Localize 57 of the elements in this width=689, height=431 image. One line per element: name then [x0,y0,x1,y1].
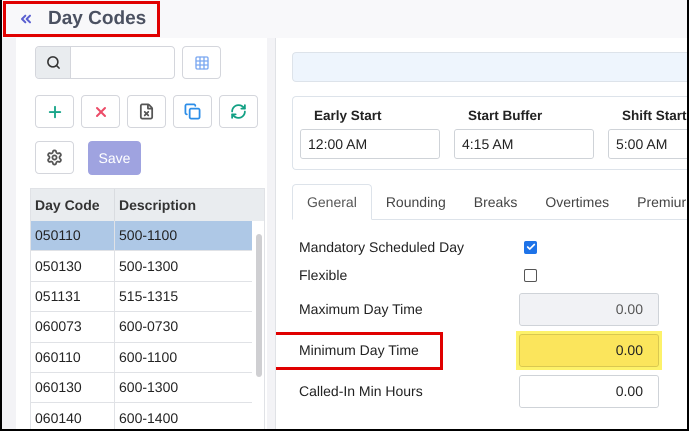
table-cell-text: 600-1400 [118,408,180,428]
export-button[interactable] [127,95,166,128]
field-label: Called-In Min Hours [298,382,423,401]
table-row[interactable]: 050110 500-1100 [31,221,252,252]
table-cell: 060140 [31,403,115,429]
settings-icon [46,149,63,166]
checkbox[interactable] [524,240,537,254]
table-cell: 060110 [31,342,115,372]
field-label: Minimum Day Time [276,332,443,370]
table-cell: 060073 [31,312,115,342]
table-row[interactable]: 060130 600-1300 [31,372,252,404]
copy-icon [184,103,201,120]
search-icon [46,55,60,70]
tab[interactable]: General [292,184,372,220]
grid-icon [194,54,210,70]
delete-button[interactable] [81,95,120,128]
time-field[interactable]: 4:15 AM [454,129,594,160]
spreadsheet-file-icon [138,103,155,120]
field-label: Mandatory Scheduled Day [299,238,465,257]
time-label: Early Start [314,107,383,125]
table-cell-text: 515-1315 [118,286,180,306]
table-cell: 060130 [31,372,115,402]
field-label: Maximum Day Time [298,300,423,319]
search-field[interactable] [35,46,175,79]
refresh-button[interactable] [219,95,258,128]
time-label: Shift Start [622,107,687,125]
number-field[interactable]: 0.00 [519,375,659,408]
tab[interactable]: Rounding [372,184,460,220]
page-title: Day Codes [48,6,146,31]
table-cell: 051131 [31,282,115,312]
table-cell: 050130 [31,251,115,281]
copy-button[interactable] [173,95,212,128]
refresh-icon [230,103,247,120]
time-label: Start Buffer [468,107,544,125]
field-label: Flexible [299,266,348,284]
time-field[interactable]: 12:00 AM [300,129,440,160]
tab[interactable]: Premiur [623,184,687,220]
table-cell-text: 600-0730 [118,317,180,336]
settings-button[interactable] [35,141,74,174]
table-row[interactable]: 060073 600-0730 [31,312,252,343]
number-field[interactable]: 0.00 [519,334,659,367]
table-cell-text: 500-1300 [118,256,180,276]
tab[interactable]: Breaks [460,184,532,220]
table-row[interactable]: 050130 500-1300 [31,251,252,282]
table-row[interactable]: 051131 515-1315 [31,282,252,312]
scrollbar[interactable] [256,234,262,377]
tab[interactable]: Overtimes [531,184,624,220]
table-cell: 050110 [31,221,115,250]
table-cell-text: 600-1300 [118,378,180,398]
table-row[interactable]: 060110 600-1100 [31,342,252,373]
table-cell-text: 600-1100 [118,348,178,367]
add-button[interactable] [35,95,74,128]
column-header[interactable]: Description [115,189,264,221]
checkbox[interactable] [524,268,537,282]
time-field[interactable]: 5:00 AM [608,129,687,160]
grid-button[interactable] [182,46,221,79]
table-cell-text: 500-1100 [118,226,178,246]
